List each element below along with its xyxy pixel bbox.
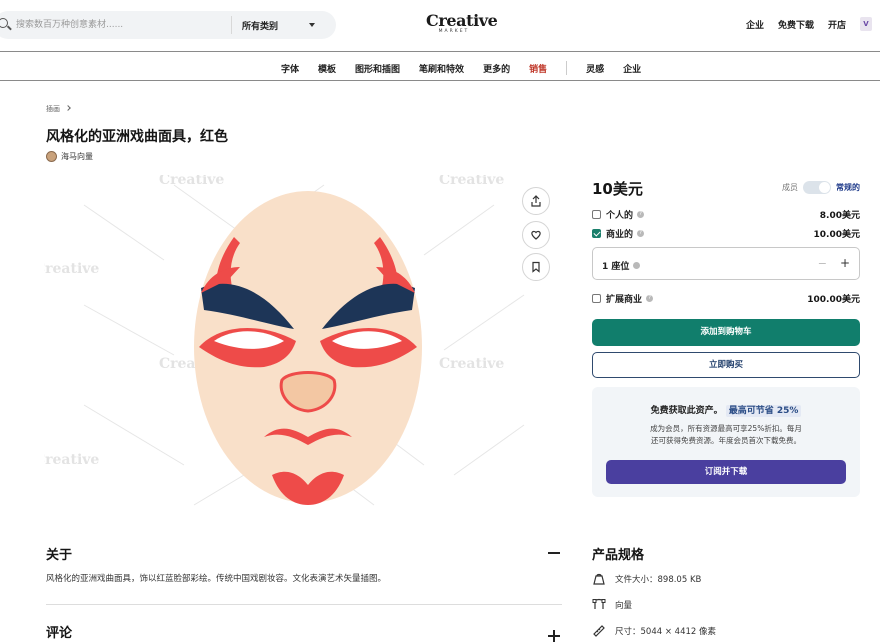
promo-desc-2: 还可获得免费资源。年度会员首次下载免费。 — [651, 436, 801, 445]
author-chip[interactable]: 海马向量 — [46, 150, 93, 163]
breadcrumb: 插画 — [46, 104, 71, 114]
product-image[interactable]: Creative Creative Creative Creative Crea… — [44, 175, 564, 520]
buy-now-button[interactable]: 立即购买 — [592, 352, 860, 378]
add-to-cart-button[interactable]: 添加到购物车 — [592, 319, 860, 346]
price: 10美元 — [592, 180, 643, 198]
option-commercial-price: 10.00美元 — [813, 229, 860, 240]
mask-illustration: Creative Creative Creative Creative Crea… — [44, 175, 525, 506]
seats-plus-button[interactable]: + — [840, 256, 850, 270]
watermark-text: Creative — [44, 261, 99, 277]
promo-headline: 免费获取此资产。 最高可节省 25% — [592, 403, 860, 417]
spec-file-size: 文件大小：898.05 KB — [592, 572, 701, 586]
license-toggle: 成员 常规的 — [782, 181, 860, 194]
bookmark-icon — [532, 261, 540, 273]
promo-headline-text: 免费获取此资产。 — [650, 406, 723, 416]
category-select[interactable]: 所有类别 — [242, 19, 278, 32]
breadcrumb-link[interactable]: 插画 — [46, 105, 60, 113]
chevron-down-icon[interactable] — [309, 23, 315, 27]
seats-label: 1 座位 — [602, 262, 630, 272]
heart-icon — [531, 230, 541, 240]
spec-dimensions: 尺寸：5044 × 4412 像素 — [592, 624, 716, 638]
category-nav: 字体 模板 图形和插图 笔刷和特效 更多的 销售 灵感 企业 — [0, 52, 880, 81]
author-avatar — [46, 151, 57, 162]
logo-wordmark: Creative — [426, 11, 498, 30]
chevron-right-icon — [65, 105, 71, 111]
nav-item-enterprise[interactable]: 企业 — [623, 62, 641, 75]
watermark-text: Creative — [439, 356, 504, 372]
member-toggle[interactable] — [803, 181, 831, 194]
creative-market-logo[interactable]: Creative MARKET — [426, 11, 498, 35]
info-icon[interactable]: ? — [637, 210, 645, 218]
option-extended[interactable]: 扩展商业 ? 100.00美元 — [592, 291, 860, 305]
file-size-icon — [593, 573, 605, 585]
expand-icon[interactable] — [548, 630, 560, 642]
link-enterprise[interactable]: 企业 — [746, 18, 764, 31]
search-icon[interactable] — [0, 18, 8, 28]
nav-item-sale[interactable]: 销售 — [529, 62, 547, 75]
toggle-regular-label: 常规的 — [836, 183, 860, 192]
checkbox-personal[interactable] — [592, 209, 601, 219]
seats-stepper: 1 座位 − + — [592, 247, 860, 280]
watermark-text: Creative — [159, 175, 224, 188]
reviews-heading[interactable]: 评论 — [46, 622, 72, 641]
link-free-downloads[interactable]: 免费下载 — [778, 18, 814, 31]
top-bar: 所有类别 Creative MARKET 企业 免费下载 开店 V — [0, 0, 880, 52]
nav-item-templates[interactable]: 模板 — [318, 62, 336, 75]
info-icon[interactable]: ? — [637, 229, 645, 237]
nav-item-inspiration[interactable]: 灵感 — [586, 62, 604, 75]
spec-dimensions-text: 尺寸：5044 × 4412 像素 — [615, 627, 716, 637]
vector-icon — [592, 598, 606, 609]
nav-divider — [566, 61, 568, 75]
page-title: 风格化的亚洲戏曲面具，红色 — [46, 129, 228, 145]
spec-vector: 向量 — [592, 598, 632, 612]
info-icon[interactable]: ? — [646, 294, 654, 302]
spec-vector-text: 向量 — [615, 601, 633, 611]
share-icon — [531, 195, 541, 207]
search-input[interactable] — [16, 17, 226, 33]
promo-badge: 最高可节省 25% — [725, 405, 802, 417]
checkbox-extended[interactable] — [592, 293, 601, 303]
about-heading[interactable]: 关于 — [46, 544, 72, 563]
about-body: 风格化的亚洲戏曲面具，饰以红蓝脸部彩绘。传统中国戏剧妆容。文化表演艺术矢量插图。 — [46, 574, 387, 584]
option-personal[interactable]: 个人的 ? 8.00美元 — [592, 207, 860, 221]
toggle-member-label: 成员 — [782, 183, 798, 192]
watermark-text: Creative — [44, 452, 99, 468]
collapse-icon[interactable] — [548, 552, 560, 554]
link-open-shop[interactable]: 开店 — [828, 18, 846, 31]
info-icon[interactable] — [633, 262, 641, 269]
option-commercial-label: 商业的 — [606, 229, 634, 240]
option-extended-price: 100.00美元 — [807, 294, 860, 305]
nav-item-brushes[interactable]: 笔刷和特效 — [419, 62, 464, 75]
specs-heading: 产品规格 — [592, 548, 645, 563]
option-personal-price: 8.00美元 — [819, 210, 860, 221]
checkbox-commercial[interactable] — [592, 228, 601, 238]
option-extended-label: 扩展商业 — [606, 294, 643, 305]
nav-item-fonts[interactable]: 字体 — [281, 62, 299, 75]
ruler-icon — [593, 625, 605, 637]
share-button[interactable] — [522, 187, 550, 215]
option-commercial[interactable]: 商业的 ? 10.00美元 — [592, 226, 860, 240]
bookmark-button[interactable] — [522, 253, 550, 281]
search-bar: 所有类别 — [0, 11, 336, 39]
section-divider — [46, 604, 562, 605]
author-name[interactable]: 海马向量 — [61, 151, 93, 162]
nav-item-more[interactable]: 更多的 — [483, 62, 510, 75]
watermark-text: Creative — [439, 175, 504, 188]
subscribe-download-button[interactable]: 订阅并下载 — [606, 460, 846, 484]
like-button[interactable] — [522, 221, 550, 249]
promo-desc-1: 成为会员，所有资源最高可享25%折扣。每月 — [650, 424, 802, 433]
top-links: 企业 免费下载 开店 V — [746, 17, 872, 31]
membership-promo: 免费获取此资产。 最高可节省 25% 成为会员，所有资源最高可享25%折扣。每月… — [592, 387, 860, 497]
seats-minus-button[interactable]: − — [818, 257, 827, 270]
search-divider — [231, 16, 232, 34]
nav-item-graphics[interactable]: 图形和插图 — [355, 62, 400, 75]
spec-file-size-text: 文件大小：898.05 KB — [615, 575, 702, 585]
avatar[interactable]: V — [860, 17, 872, 31]
option-personal-label: 个人的 — [606, 210, 634, 221]
